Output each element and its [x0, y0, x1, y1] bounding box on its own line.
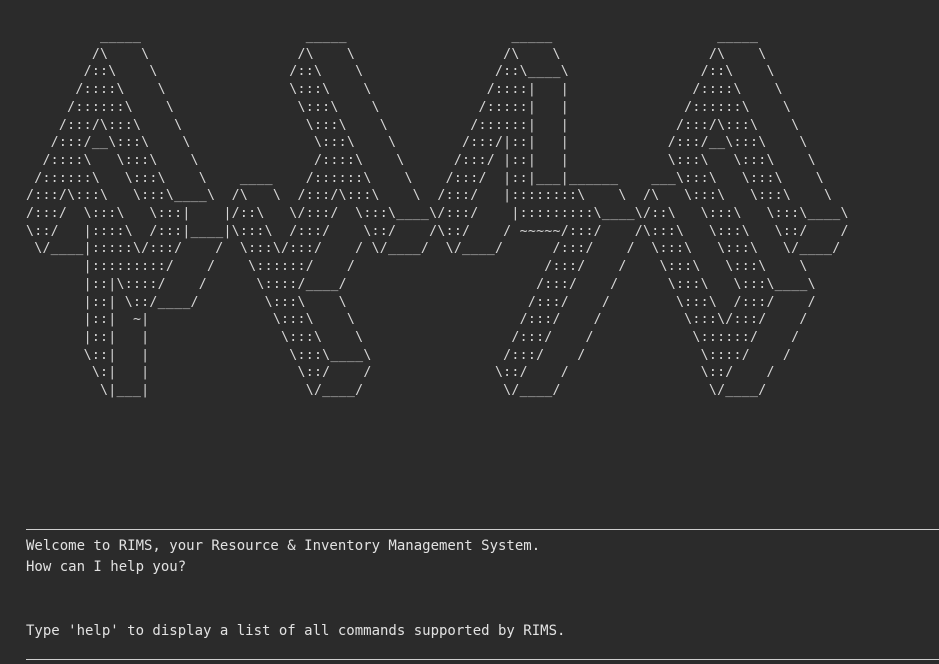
help-prompt: How can I help you?: [26, 559, 187, 575]
rims-ascii-logo: _____ _____ _____ _____ /\ \ /\ \ /\ \ /…: [26, 29, 849, 399]
help-hint-message: Type 'help' to display a list of all com…: [26, 623, 566, 639]
top-divider-line: [26, 529, 939, 530]
terminal-window[interactable]: _____ _____ _____ _____ /\ \ /\ \ /\ \ /…: [0, 0, 939, 664]
welcome-message: Welcome to RIMS, your Resource & Invento…: [26, 538, 541, 554]
bottom-divider-line: [26, 659, 939, 660]
